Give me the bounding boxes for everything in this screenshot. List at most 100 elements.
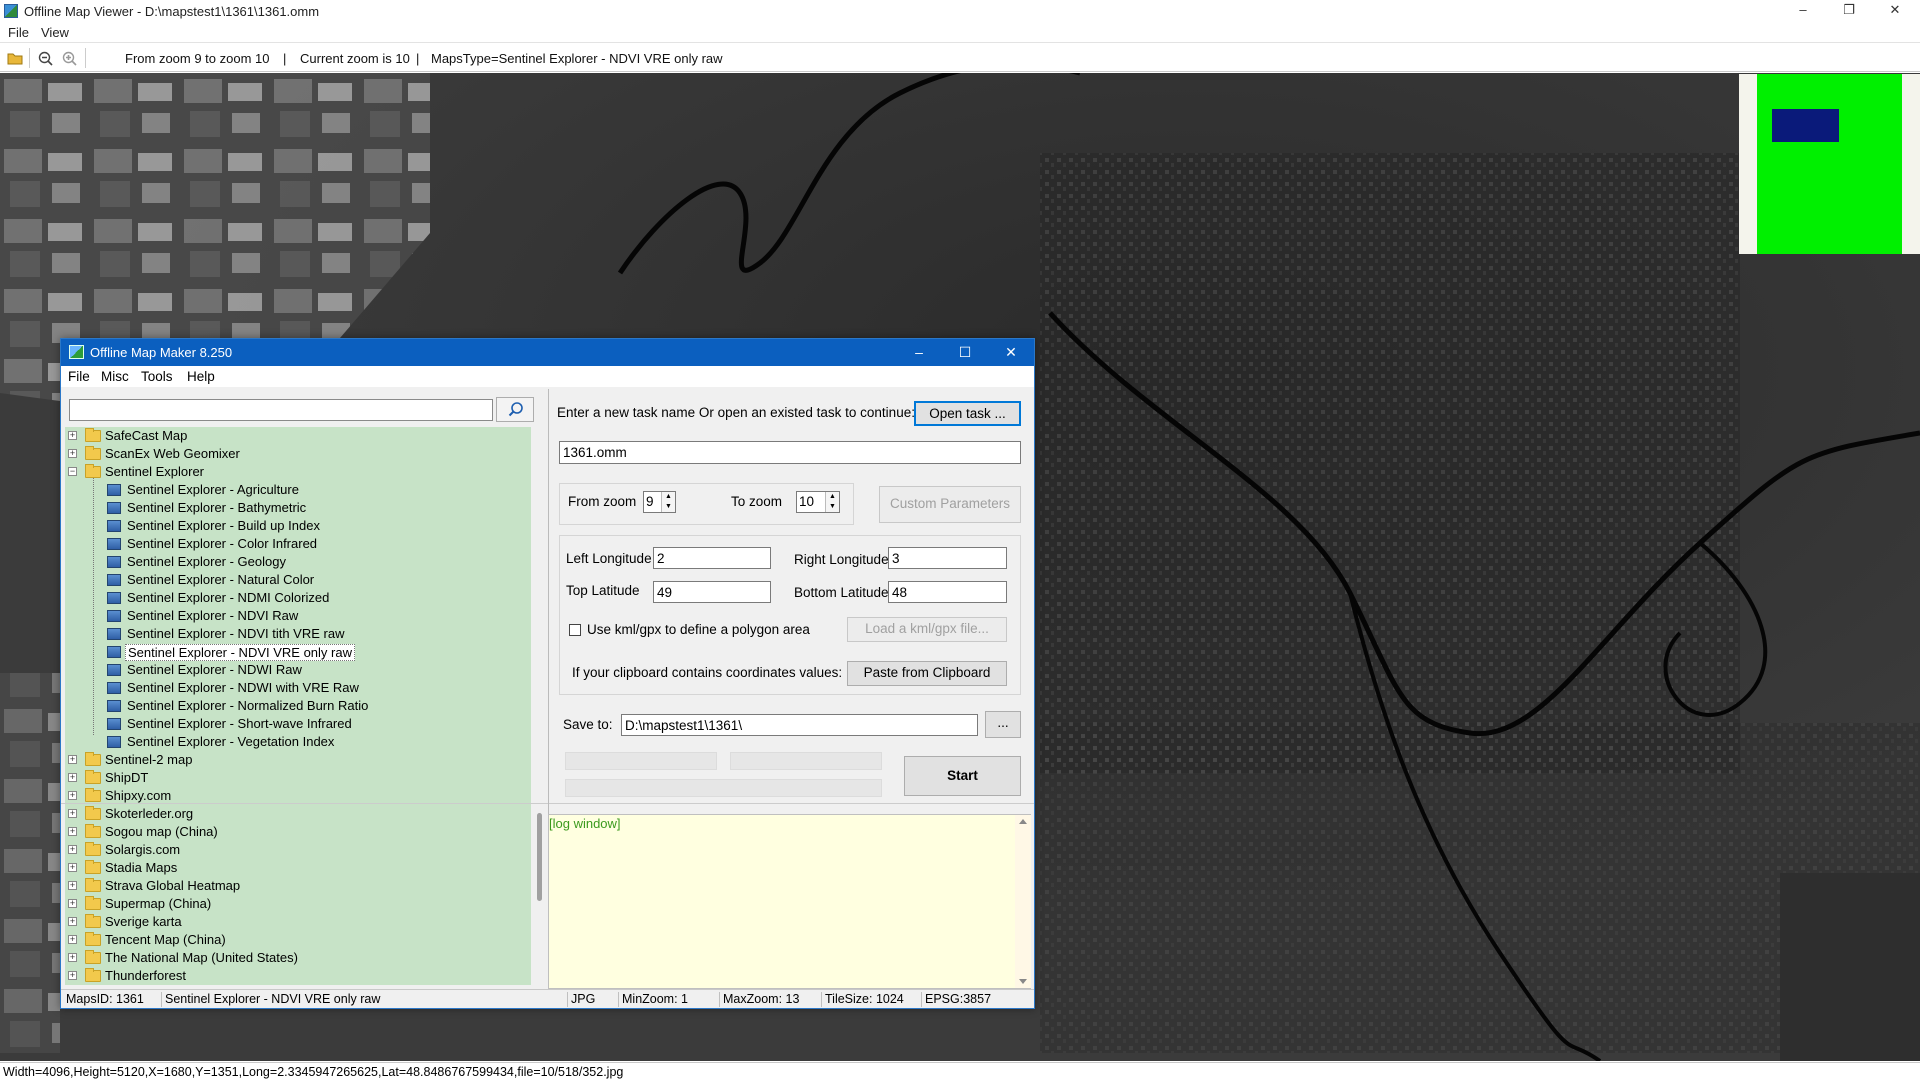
zoom-in-icon[interactable] — [62, 51, 78, 66]
dialog-minimize-button[interactable]: – — [896, 339, 942, 366]
open-task-button[interactable]: Open task ... — [914, 401, 1021, 426]
tree-scrollbar-thumb[interactable] — [537, 813, 542, 901]
dialog-maximize-button[interactable]: ☐ — [942, 339, 988, 366]
dialog-menu-tools[interactable]: Tools — [141, 369, 173, 384]
tree-item-child[interactable]: Sentinel Explorer - Color Infrared — [65, 535, 531, 553]
tree-item-child[interactable]: Sentinel Explorer - NDWI Raw — [65, 661, 531, 679]
expand-plus-icon[interactable]: + — [68, 953, 77, 962]
tree-item-folder[interactable]: + ShipDT — [65, 769, 531, 787]
tree-item-folder[interactable]: + Solargis.com — [65, 841, 531, 859]
left-longitude-input[interactable]: 2 — [653, 547, 771, 569]
minimize-button[interactable]: – — [1780, 0, 1826, 22]
collapse-minus-icon[interactable]: − — [68, 467, 77, 476]
expand-plus-icon[interactable]: + — [68, 449, 77, 458]
tree-item-child[interactable]: Sentinel Explorer - Vegetation Index — [65, 733, 531, 751]
expand-plus-icon[interactable]: + — [68, 881, 77, 890]
dialog-menu-help[interactable]: Help — [187, 369, 215, 384]
clipboard-label: If your clipboard contains coordinates v… — [572, 665, 843, 680]
spinner-arrows-icon[interactable]: ▲ ▼ — [825, 492, 839, 512]
expand-plus-icon[interactable]: + — [68, 773, 77, 782]
to-zoom-spinner[interactable]: 10 ▲ ▼ — [796, 491, 840, 513]
expand-plus-icon[interactable]: + — [68, 899, 77, 908]
tree-item-folder[interactable]: + Thunderforest — [65, 967, 531, 985]
bottom-latitude-input[interactable]: 48 — [888, 581, 1007, 603]
expand-plus-icon[interactable]: + — [68, 791, 77, 800]
expand-plus-icon[interactable]: + — [68, 809, 77, 818]
tree-item-child[interactable]: Sentinel Explorer - NDVI Raw — [65, 607, 531, 625]
close-button[interactable]: ✕ — [1872, 0, 1918, 22]
tree-item-child[interactable]: Sentinel Explorer - NDWI with VRE Raw — [65, 679, 531, 697]
search-button[interactable] — [496, 397, 534, 422]
spinner-arrows-icon[interactable]: ▲ ▼ — [661, 492, 675, 512]
tree-item-child[interactable]: Sentinel Explorer - Bathymetric — [65, 499, 531, 517]
overview-minimap[interactable] — [1739, 74, 1920, 254]
load-kml-button[interactable]: Load a kml/gpx file... — [847, 617, 1007, 642]
tree-item-child[interactable]: Sentinel Explorer - NDVI tith VRE raw — [65, 625, 531, 643]
tree-item-label: Sentinel Explorer - NDVI tith VRE raw — [127, 626, 345, 641]
tree-item-child[interactable]: Sentinel Explorer - Agriculture — [65, 481, 531, 499]
tree-item-folder[interactable]: + Sogou map (China) — [65, 823, 531, 841]
expand-plus-icon[interactable]: + — [68, 935, 77, 944]
tree-item-label: Sentinel Explorer - Normalized Burn Rati… — [127, 698, 369, 713]
folder-icon — [85, 752, 101, 766]
log-text: [log window] — [549, 816, 621, 831]
tree-item-folder[interactable]: + Stadia Maps — [65, 859, 531, 877]
dialog-close-button[interactable]: ✕ — [988, 339, 1034, 366]
expand-plus-icon[interactable]: + — [68, 917, 77, 926]
tree-item-child[interactable]: Sentinel Explorer - Normalized Burn Rati… — [65, 697, 531, 715]
task-name-input[interactable]: 1361.omm — [559, 441, 1021, 464]
tree-item-folder[interactable]: + Strava Global Heatmap — [65, 877, 531, 895]
minimap-viewport-indicator[interactable] — [1772, 109, 1839, 142]
map-source-tree[interactable]: + SafeCast Map + ScanEx Web Geomixer − S… — [65, 427, 531, 985]
from-zoom-label: From zoom — [568, 494, 637, 509]
map-layer-icon — [107, 628, 121, 640]
tree-item-child[interactable]: Sentinel Explorer - NDMI Colorized — [65, 589, 531, 607]
tree-item-folder[interactable]: + Skoterleder.org — [65, 805, 531, 823]
tree-item-folder[interactable]: + Tencent Map (China) — [65, 931, 531, 949]
menu-file[interactable]: File — [8, 25, 29, 40]
menu-view[interactable]: View — [41, 25, 69, 40]
save-path-input[interactable]: D:\mapstest1\1361\ — [621, 714, 978, 736]
tree-item-selected[interactable]: Sentinel Explorer - NDVI VRE only raw — [65, 643, 531, 661]
from-zoom-spinner[interactable]: 9 ▲ ▼ — [643, 491, 676, 513]
expand-plus-icon[interactable]: + — [68, 827, 77, 836]
map-search-input[interactable] — [69, 399, 493, 421]
use-kml-checkbox[interactable] — [569, 624, 581, 636]
maximize-button[interactable]: ❐ — [1826, 0, 1872, 22]
right-longitude-input[interactable]: 3 — [888, 547, 1007, 569]
tree-item-folder[interactable]: + The National Map (United States) — [65, 949, 531, 967]
tree-item-child[interactable]: Sentinel Explorer - Short-wave Infrared — [65, 715, 531, 733]
start-button[interactable]: Start — [904, 756, 1021, 796]
zoom-out-icon[interactable] — [38, 51, 54, 66]
tree-item-safecast-map[interactable]: + SafeCast Map — [65, 427, 531, 445]
log-window[interactable]: [log window] — [548, 814, 1031, 989]
expand-plus-icon[interactable]: + — [68, 431, 77, 440]
custom-parameters-button[interactable]: Custom Parameters — [879, 486, 1021, 523]
top-latitude-input[interactable]: 49 — [653, 581, 771, 603]
paste-from-clipboard-button[interactable]: Paste from Clipboard — [847, 661, 1007, 686]
status-min-zoom: MinZoom: 1 — [622, 992, 688, 1006]
tree-item-child[interactable]: Sentinel Explorer - Natural Color — [65, 571, 531, 589]
status-epsg: EPSG:3857 — [925, 992, 992, 1006]
tree-item-folder[interactable]: + Supermap (China) — [65, 895, 531, 913]
dialog-menu-misc[interactable]: Misc — [101, 369, 129, 384]
log-scrollbar[interactable] — [1015, 815, 1031, 988]
tree-item-sentinel-explorer[interactable]: − Sentinel Explorer — [65, 463, 531, 481]
folder-icon — [85, 770, 101, 784]
expand-plus-icon[interactable]: + — [68, 863, 77, 872]
app-icon — [4, 4, 18, 18]
tree-item-child[interactable]: Sentinel Explorer - Geology — [65, 553, 531, 571]
expand-plus-icon[interactable]: + — [68, 971, 77, 980]
expand-plus-icon[interactable]: + — [68, 755, 77, 764]
dialog-title-bar[interactable]: Offline Map Maker 8.250 – ☐ ✕ — [61, 339, 1034, 366]
tree-item-folder[interactable]: + Sverige karta — [65, 913, 531, 931]
dialog-menu-file[interactable]: File — [68, 369, 90, 384]
tree-item-folder[interactable]: + Sentinel-2 map — [65, 751, 531, 769]
tree-item-child[interactable]: Sentinel Explorer - Build up Index — [65, 517, 531, 535]
left-longitude-label: Left Longitude — [566, 551, 652, 566]
tree-item-scanex[interactable]: + ScanEx Web Geomixer — [65, 445, 531, 463]
expand-plus-icon[interactable]: + — [68, 845, 77, 854]
browse-button[interactable]: ... — [985, 711, 1021, 738]
tree-scrollbar[interactable] — [533, 427, 547, 985]
open-folder-icon[interactable] — [7, 51, 23, 65]
